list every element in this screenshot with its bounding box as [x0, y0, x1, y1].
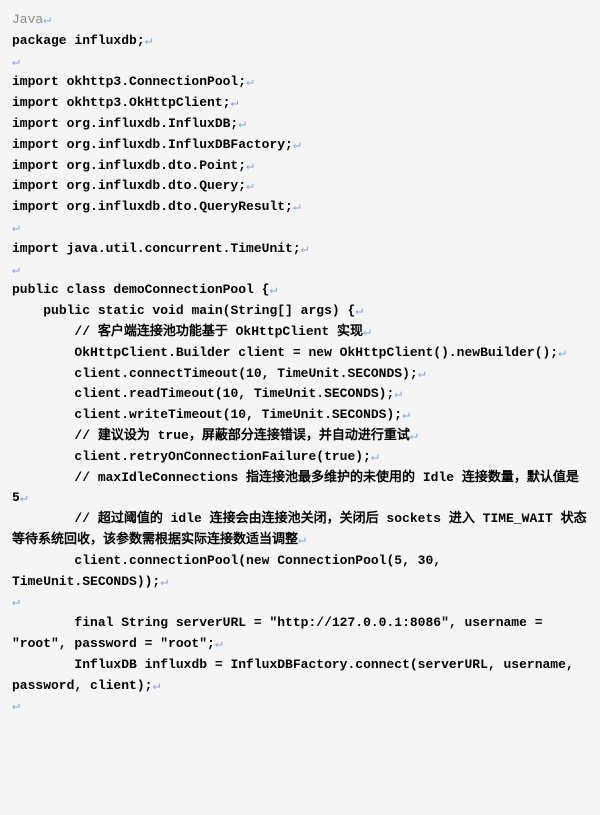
- newline-icon: ↵: [293, 137, 301, 152]
- code-line: import org.influxdb.dto.Point;: [12, 158, 246, 173]
- newline-icon: ↵: [246, 158, 254, 173]
- newline-icon: ↵: [12, 262, 20, 277]
- code-line: InfluxDB influxdb = InfluxDBFactory.conn…: [12, 657, 582, 693]
- newline-icon: ↵: [230, 95, 238, 110]
- newline-icon: ↵: [355, 303, 363, 318]
- newline-icon: ↵: [246, 178, 254, 193]
- newline-icon: ↵: [394, 386, 402, 401]
- newline-icon: ↵: [160, 574, 168, 589]
- newline-icon: ↵: [12, 594, 20, 609]
- newline-icon: ↵: [215, 636, 223, 651]
- newline-icon: ↵: [371, 449, 379, 464]
- code-line: client.connectionPool(new ConnectionPool…: [12, 553, 449, 589]
- code-line: public class demoConnectionPool {: [12, 282, 269, 297]
- code-line: final String serverURL = "http://127.0.0…: [12, 615, 550, 651]
- code-line: public static void main(String[] args) {: [12, 303, 355, 318]
- code-line: client.retryOnConnectionFailure(true);: [12, 449, 371, 464]
- code-line: import org.influxdb.InfluxDB;: [12, 116, 238, 131]
- code-line: // maxIdleConnections 指连接池最多维护的未使用的 Idle…: [12, 470, 587, 506]
- code-line: import okhttp3.OkHttpClient;: [12, 95, 230, 110]
- newline-icon: ↵: [246, 74, 254, 89]
- newline-icon: ↵: [402, 407, 410, 422]
- newline-icon: ↵: [152, 678, 160, 693]
- code-content: package influxdb;↵ ↵ import okhttp3.Conn…: [12, 33, 587, 714]
- code-line: import org.influxdb.dto.QueryResult;: [12, 199, 293, 214]
- code-line: import org.influxdb.dto.Query;: [12, 178, 246, 193]
- code-line: // 客户端连接池功能基于 OkHttpClient 实现: [12, 324, 363, 339]
- code-line: import okhttp3.ConnectionPool;: [12, 74, 246, 89]
- newline-icon: ↵: [12, 220, 20, 235]
- code-block: Java↵ package influxdb;↵ ↵ import okhttp…: [0, 0, 600, 727]
- newline-icon: ↵: [12, 54, 20, 69]
- newline-icon: ↵: [269, 282, 277, 297]
- newline-icon: ↵: [145, 33, 153, 48]
- newline-icon: ↵: [238, 116, 246, 131]
- newline-icon: ↵: [363, 324, 371, 339]
- code-line: client.writeTimeout(10, TimeUnit.SECONDS…: [12, 407, 402, 422]
- code-line: client.readTimeout(10, TimeUnit.SECONDS)…: [12, 386, 394, 401]
- newline-icon: ↵: [558, 345, 566, 360]
- newline-icon: ↵: [301, 241, 309, 256]
- newline-icon: ↵: [298, 532, 306, 547]
- code-line: // 建议设为 true，屏蔽部分连接错误，并自动进行重试: [12, 428, 410, 443]
- code-line: import org.influxdb.InfluxDBFactory;: [12, 137, 293, 152]
- code-line: OkHttpClient.Builder client = new OkHttp…: [12, 345, 558, 360]
- newline-icon: ↵: [43, 12, 51, 27]
- newline-icon: ↵: [293, 199, 301, 214]
- newline-icon: ↵: [410, 428, 418, 443]
- newline-icon: ↵: [20, 490, 28, 505]
- code-line: client.connectTimeout(10, TimeUnit.SECON…: [12, 366, 418, 381]
- newline-icon: ↵: [12, 698, 20, 713]
- language-label: Java: [12, 12, 43, 27]
- code-line: package influxdb;: [12, 33, 145, 48]
- code-line: import java.util.concurrent.TimeUnit;: [12, 241, 301, 256]
- newline-icon: ↵: [418, 366, 426, 381]
